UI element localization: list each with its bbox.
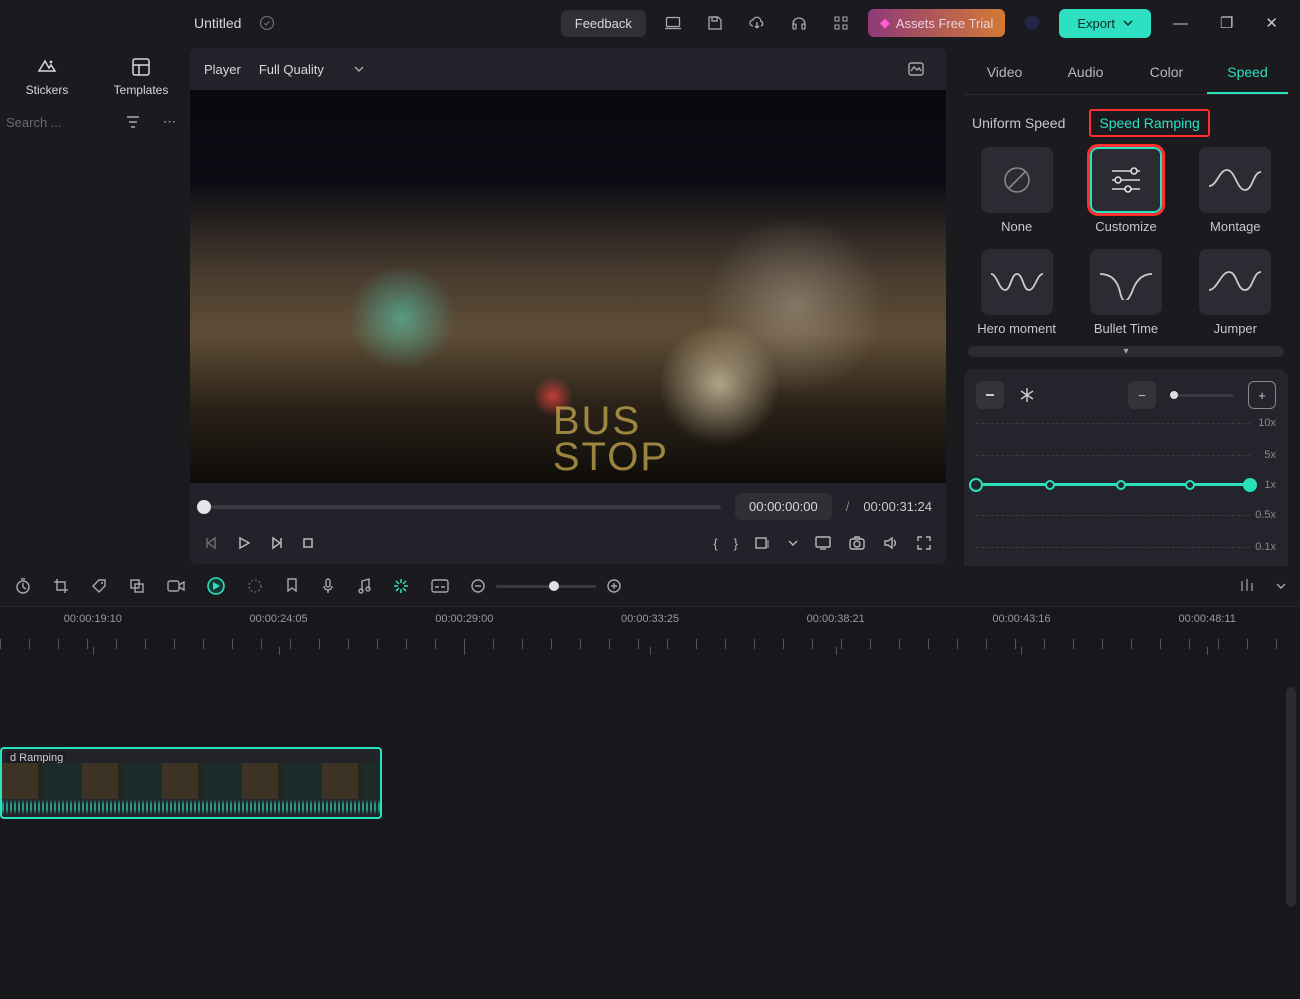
preset-jumper[interactable]: Jumper bbox=[1187, 249, 1284, 337]
presets-expand-button[interactable]: ▾ bbox=[968, 346, 1284, 357]
render-icon[interactable] bbox=[246, 577, 264, 595]
tab-speed[interactable]: Speed bbox=[1207, 52, 1288, 94]
timeline-zoom-slider[interactable] bbox=[496, 585, 596, 588]
tab-color[interactable]: Color bbox=[1126, 52, 1207, 94]
filter-icon[interactable] bbox=[119, 114, 147, 130]
ramp-editor: − + 10x 5x 0.5x 0.1x 1x Duration00:00:31… bbox=[964, 369, 1288, 594]
aspect-button[interactable] bbox=[754, 535, 772, 551]
export-button[interactable]: Export bbox=[1059, 9, 1151, 38]
timeline-tracks[interactable]: d Ramping bbox=[0, 647, 1300, 967]
ramp-graph[interactable]: 10x 5x 0.5x 0.1x 1x bbox=[976, 415, 1276, 565]
timer-icon[interactable] bbox=[14, 577, 32, 595]
headphones-icon[interactable] bbox=[784, 14, 814, 32]
total-time: 00:00:31:24 bbox=[863, 499, 932, 514]
search-input[interactable] bbox=[6, 115, 109, 130]
diamond-icon: ◆ bbox=[880, 15, 890, 31]
save-icon[interactable] bbox=[700, 14, 730, 32]
preview-road-text: BUS STOP bbox=[553, 403, 669, 475]
laptop-icon[interactable] bbox=[658, 14, 688, 32]
assets-label: Assets Free Trial bbox=[896, 16, 994, 31]
preset-montage[interactable]: Montage bbox=[1187, 147, 1284, 235]
time-separator: / bbox=[846, 499, 850, 514]
feedback-button[interactable]: Feedback bbox=[561, 10, 646, 37]
mic-icon[interactable] bbox=[320, 577, 336, 595]
zoom-in-button[interactable]: + bbox=[1248, 381, 1276, 409]
player-label: Player bbox=[204, 62, 241, 77]
left-sidebar: Stickers Templates ⋯ bbox=[0, 46, 188, 566]
quality-dropdown[interactable]: Full Quality bbox=[259, 62, 364, 77]
tag-icon[interactable] bbox=[90, 577, 108, 595]
progress-slider[interactable] bbox=[204, 505, 721, 509]
filmora-logo-icon[interactable] bbox=[206, 576, 226, 596]
bullet-icon bbox=[1098, 264, 1154, 300]
window-maximize-icon[interactable]: ❐ bbox=[1210, 14, 1243, 32]
volume-button[interactable] bbox=[882, 534, 900, 552]
stop-button[interactable] bbox=[300, 535, 316, 551]
mixer-icon[interactable] bbox=[1238, 577, 1256, 595]
copy-icon[interactable] bbox=[128, 577, 146, 595]
chevron-down-icon bbox=[1123, 18, 1133, 28]
timeline-clip[interactable]: d Ramping bbox=[0, 747, 382, 819]
apps-grid-icon[interactable] bbox=[826, 14, 856, 32]
preset-none[interactable]: None bbox=[968, 147, 1065, 235]
external-monitor-button[interactable] bbox=[814, 534, 832, 552]
subtab-uniform-speed[interactable]: Uniform Speed bbox=[972, 115, 1065, 131]
chevron-down-icon bbox=[354, 64, 364, 74]
stickers-icon bbox=[35, 55, 59, 79]
hero-icon bbox=[989, 264, 1045, 300]
titlebar: Untitled Feedback ◆ Assets Free Trial Ex… bbox=[0, 0, 1300, 46]
montage-icon bbox=[1207, 162, 1263, 198]
document-title: Untitled bbox=[194, 15, 241, 31]
timeline-ruler[interactable]: 00:00:19:10 00:00:24:05 00:00:29:00 00:0… bbox=[0, 607, 1300, 647]
crop-icon[interactable] bbox=[52, 577, 70, 595]
zoom-in-icon[interactable] bbox=[606, 578, 622, 594]
marker-icon[interactable] bbox=[284, 577, 300, 595]
subtab-speed-ramping[interactable]: Speed Ramping bbox=[1089, 109, 1209, 137]
zoom-out-icon[interactable] bbox=[470, 578, 486, 594]
inspector-panel: Video Audio Color Speed Uniform Speed Sp… bbox=[952, 46, 1300, 566]
auto-cut-icon[interactable] bbox=[392, 577, 410, 595]
fullscreen-button[interactable] bbox=[916, 535, 932, 551]
zoom-out-button[interactable]: − bbox=[1128, 381, 1156, 409]
subtitle-icon[interactable] bbox=[430, 578, 450, 594]
more-icon[interactable]: ⋯ bbox=[157, 114, 182, 130]
tab-video[interactable]: Video bbox=[964, 52, 1045, 94]
tab-stickers[interactable]: Stickers bbox=[0, 46, 94, 106]
music-icon[interactable] bbox=[356, 577, 372, 595]
mark-out-button[interactable]: } bbox=[734, 536, 738, 551]
snapshot-button[interactable] bbox=[848, 534, 866, 552]
saved-check-icon bbox=[259, 15, 275, 31]
sliders-icon bbox=[1106, 163, 1146, 197]
preset-bullet-time[interactable]: Bullet Time bbox=[1077, 249, 1174, 337]
player-panel: Player Full Quality BUS STOP 00:00:00:00… bbox=[190, 48, 946, 564]
zoom-slider[interactable] bbox=[1170, 394, 1234, 397]
none-icon bbox=[999, 162, 1035, 198]
preset-hero-moment[interactable]: Hero moment bbox=[968, 249, 1065, 337]
theme-icon[interactable] bbox=[1017, 14, 1047, 32]
tab-templates[interactable]: Templates bbox=[94, 46, 188, 106]
cloud-download-icon[interactable] bbox=[742, 14, 772, 32]
assets-free-trial-button[interactable]: ◆ Assets Free Trial bbox=[868, 9, 1006, 37]
delete-keyframe-button[interactable] bbox=[976, 381, 1004, 409]
prev-frame-button[interactable] bbox=[204, 535, 220, 551]
preview-canvas[interactable]: BUS STOP bbox=[190, 90, 946, 483]
scopes-icon[interactable] bbox=[900, 59, 932, 79]
templates-icon bbox=[129, 55, 153, 79]
preset-customize[interactable]: Customize bbox=[1077, 147, 1174, 235]
chevron-down-icon[interactable] bbox=[788, 538, 798, 548]
window-minimize-icon[interactable]: — bbox=[1163, 15, 1198, 32]
timeline-toolbar bbox=[0, 566, 1300, 606]
freeze-icon[interactable] bbox=[1018, 386, 1036, 404]
record-icon[interactable] bbox=[166, 577, 186, 595]
play-button[interactable] bbox=[236, 535, 252, 551]
timeline-vertical-scrollbar[interactable] bbox=[1286, 687, 1296, 907]
tab-audio[interactable]: Audio bbox=[1045, 52, 1126, 94]
current-time: 00:00:00:00 bbox=[735, 493, 832, 520]
timeline: 00:00:19:10 00:00:24:05 00:00:29:00 00:0… bbox=[0, 606, 1300, 999]
jumper-icon bbox=[1207, 264, 1263, 300]
next-frame-button[interactable] bbox=[268, 535, 284, 551]
window-close-icon[interactable]: ✕ bbox=[1255, 14, 1288, 32]
mark-in-button[interactable]: { bbox=[713, 536, 717, 551]
chevron-down-icon[interactable] bbox=[1276, 581, 1286, 591]
